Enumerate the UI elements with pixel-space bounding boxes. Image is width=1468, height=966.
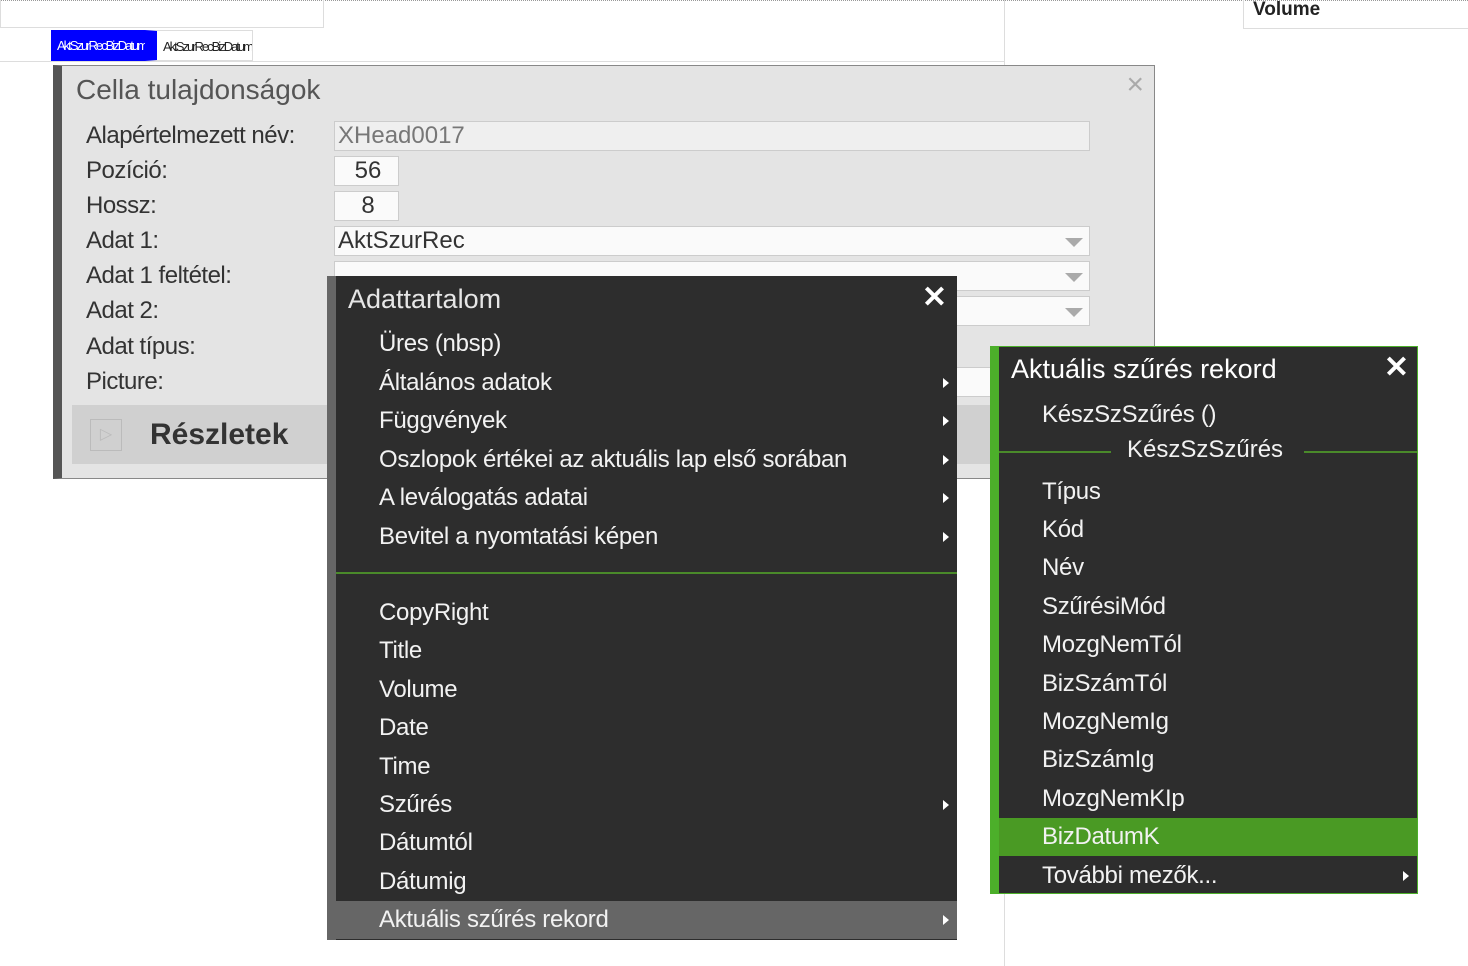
- menu-item[interactable]: Szűrés: [336, 786, 957, 824]
- close-icon[interactable]: ×: [1126, 68, 1144, 102]
- label-picture: Picture:: [86, 368, 164, 395]
- menu-item[interactable]: Volume: [336, 671, 957, 709]
- menu-item[interactable]: BizSzámTól: [999, 665, 1417, 703]
- submenu-arrow-icon: [943, 532, 949, 542]
- header-cell: [0, 0, 324, 28]
- label-data-type: Adat típus:: [86, 333, 196, 360]
- close-icon[interactable]: ✕: [922, 280, 947, 315]
- menu-item[interactable]: Bevitel a nyomtatási képen: [336, 518, 957, 556]
- menu-item-highlighted[interactable]: BizDatumK: [999, 818, 1417, 856]
- menu-item-active[interactable]: Aktuális szűrés rekord: [336, 901, 957, 939]
- expand-icon: ▷: [90, 419, 122, 451]
- menu-item[interactable]: MozgNemKIp: [999, 780, 1417, 818]
- menu-item[interactable]: Oszlopok értékei az aktuális lap első so…: [336, 441, 957, 479]
- tab-line: [0, 61, 1004, 62]
- menu-item-label: További mezők...: [1042, 862, 1218, 889]
- submenu-arrow-icon: [943, 416, 949, 426]
- submenu-arrow-icon: [943, 455, 949, 465]
- menu-item[interactable]: MozgNemIg: [999, 703, 1417, 741]
- menu-item[interactable]: CopyRight: [336, 594, 957, 632]
- menu-item[interactable]: Üres (nbsp): [336, 325, 957, 363]
- cell-selected[interactable]: AktSzurRecBizDatumK: [51, 30, 145, 61]
- label-data1-condition: Adat 1 feltétel:: [86, 262, 232, 289]
- menu-item[interactable]: Típus: [999, 473, 1417, 511]
- volume-cell[interactable]: Volume: [1243, 0, 1468, 29]
- menu-item[interactable]: KészSzSzűrés (): [999, 396, 1417, 434]
- menu-item-label: Bevitel a nyomtatási képen: [379, 523, 659, 550]
- menu-item[interactable]: További mezők...: [999, 857, 1417, 895]
- menu-item[interactable]: Title: [336, 632, 957, 670]
- cell-next[interactable]: AktSzurRecBizDatumV: [145, 30, 253, 61]
- chevron-down-icon: [1065, 273, 1083, 282]
- menu-item[interactable]: BizSzámIg: [999, 741, 1417, 779]
- close-icon[interactable]: ✕: [1384, 350, 1409, 385]
- submenu-arrow-icon: [943, 800, 949, 810]
- menu-item-label: A leválogatás adatai: [379, 484, 588, 511]
- label-position: Pozíció:: [86, 157, 168, 184]
- menu-item[interactable]: A leválogatás adatai: [336, 479, 957, 517]
- submenu-title: Aktuális szűrés rekord: [1011, 354, 1277, 384]
- menu-item[interactable]: MozgNemTól: [999, 626, 1417, 664]
- menu-item[interactable]: SzűrésiMód: [999, 588, 1417, 626]
- menu-item[interactable]: Általános adatok: [336, 364, 957, 402]
- length-field[interactable]: 8: [334, 191, 399, 221]
- data1-select[interactable]: AktSzurRec: [334, 226, 1090, 256]
- menu-item[interactable]: Kód: [999, 511, 1417, 549]
- submenu-arrow-icon: [943, 493, 949, 503]
- menu-title: Adattartalom: [348, 284, 502, 314]
- details-label: Részletek: [150, 418, 289, 451]
- menu-item[interactable]: Date: [336, 709, 957, 747]
- menu-item[interactable]: Dátumig: [336, 863, 957, 901]
- chevron-down-icon: [1065, 308, 1083, 317]
- current-filter-record-submenu: Aktuális szűrés rekord ✕ KészSzSzűrés ()…: [990, 346, 1418, 894]
- submenu-arrow-icon: [1403, 871, 1409, 881]
- submenu-arrow-icon: [943, 378, 949, 388]
- label-data2: Adat 2:: [86, 297, 159, 324]
- label-default-name: Alapértelmezett név:: [86, 122, 295, 149]
- menu-item[interactable]: Dátumtól: [336, 824, 957, 862]
- dialog-title: Cella tulajdonságok: [76, 74, 321, 105]
- data-content-menu: Adattartalom ✕ Üres (nbsp) Általános ada…: [327, 276, 957, 940]
- menu-separator: [336, 572, 957, 574]
- section-header: KészSzSzűrés: [1127, 436, 1284, 463]
- position-field[interactable]: 56: [334, 156, 399, 186]
- chevron-down-icon: [1065, 238, 1083, 247]
- default-name-field[interactable]: XHead0017: [334, 121, 1090, 151]
- menu-item[interactable]: Time: [336, 748, 957, 786]
- menu-item-label: Függvények: [379, 407, 507, 434]
- menu-item-label: Aktuális szűrés rekord: [379, 906, 609, 933]
- menu-item[interactable]: Függvények: [336, 402, 957, 440]
- menu-item-label: Oszlopok értékei az aktuális lap első so…: [379, 446, 848, 473]
- section-line-right: [1304, 451, 1417, 453]
- data1-value: AktSzurRec: [338, 227, 465, 254]
- submenu-arrow-icon: [943, 915, 949, 925]
- label-data1: Adat 1:: [86, 227, 159, 254]
- menu-item[interactable]: Név: [999, 549, 1417, 587]
- menu-item-label: Szűrés: [379, 791, 452, 818]
- menu-item-label: Általános adatok: [379, 369, 552, 396]
- section-line-left: [999, 451, 1111, 453]
- label-length: Hossz:: [86, 192, 157, 219]
